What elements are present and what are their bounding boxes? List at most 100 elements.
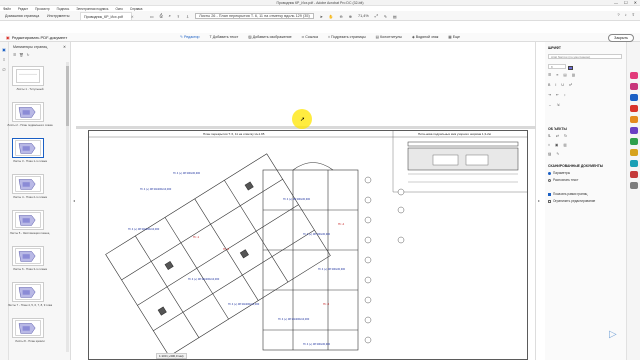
font-family-select[interactable]: Arial Narrow (по-умолчанию) [548,54,622,59]
tool-rail-icon[interactable] [630,72,638,79]
menu-sign[interactable]: Подпись [57,7,70,11]
menu-edit[interactable]: Редакт [18,7,28,11]
save-icon[interactable]: ▭ [150,14,154,19]
arrange-icon[interactable]: ▣ [555,143,558,147]
font-color-swatch[interactable] [568,66,573,70]
page-field[interactable]: Листы 26 - План перекрытия Т. 6, 11 на о… [195,13,314,19]
list-bullet-icon[interactable]: ☰ [548,73,551,77]
thumbnail-page[interactable] [12,174,44,194]
crop-object-icon[interactable]: ⌗ [548,143,550,147]
search-icon[interactable]: ⌕ [169,14,171,18]
tool-link[interactable]: ∞ Ссылка [302,35,318,39]
show-bounding-boxes[interactable]: Показать рамки границ [548,192,587,196]
menu-file[interactable]: Файл [3,7,11,11]
zoom-out-icon[interactable]: ⊖ [340,14,343,19]
align-left-icon[interactable]: ▤ [563,73,566,77]
line-spacing-icon[interactable]: ↕ [564,93,566,97]
thumb-rotate-icon[interactable]: ↻ [27,53,30,57]
scrollbar-thumb[interactable] [66,66,69,126]
collapse-left-icon[interactable]: ◂ [73,198,75,203]
menu-esign[interactable]: Электронная подпись [76,7,108,11]
attachment-icon[interactable]: ∅ [0,67,8,72]
checkbox-restrict[interactable] [548,199,551,203]
tool-rail-icon[interactable] [630,171,638,178]
tool-rail-icon[interactable] [630,105,638,112]
upload-icon[interactable]: ⇪ [177,14,180,19]
pages-icon[interactable]: ▣ [0,47,8,52]
font-size-select[interactable]: 8 [548,64,566,69]
print-icon[interactable]: ⎙ [160,14,163,18]
tool-more[interactable]: ▦ Еще [448,35,460,39]
flip-horizontal-icon[interactable]: ⇄ [556,134,559,138]
thumbnail-page[interactable] [12,138,44,158]
tool-edit[interactable]: ✎ Редактир [180,35,200,39]
scan-option-recognize[interactable]: Распознать текст [548,178,578,182]
replace-image-icon[interactable]: ▨ [548,152,551,156]
thumbnail-page[interactable] [12,318,44,338]
list-number-icon[interactable]: ≡ [556,73,558,77]
tool-rail-icon[interactable] [630,116,638,123]
outdent-icon[interactable]: ⇤ [556,93,559,97]
hand-icon[interactable]: ✋ [329,14,334,19]
superscript-icon[interactable]: x² [569,83,572,87]
tool-add-image[interactable]: ▨ Добавить изображение [248,35,291,39]
tool-rail-icon[interactable] [630,138,638,145]
tool-header-footer[interactable]: ▤ Колонтитулы [376,35,402,39]
minimize-button[interactable]: — [614,0,618,5]
bookmark-icon[interactable]: ⌑ [0,57,8,62]
document-canvas[interactable]: Пт 4 (+) 08 30х300х10,300 Пт 4 (+) 08 300… [76,42,536,360]
checkbox-bounding[interactable] [548,192,551,196]
menu-window[interactable]: Окно [115,7,122,11]
scan-option-settings[interactable]: Параметры [548,171,570,175]
tool-rail-icon[interactable] [630,94,638,101]
rotate-icon[interactable]: ↻ [564,134,567,138]
thumb-menu-icon[interactable]: ☰ [13,53,16,57]
edit-with-icon[interactable]: ✎ [556,152,559,156]
radio-settings[interactable] [548,171,551,175]
underline-icon[interactable]: U [561,83,564,87]
radio-recognize[interactable] [548,178,551,182]
tool-crop[interactable]: ⌗ Подрезать страницы [328,35,366,39]
close-panel-icon[interactable]: ✕ [63,45,66,49]
restrict-editing[interactable]: Ограничить редактирование [548,199,595,203]
char-spacing-icon[interactable]: ↔ [548,103,552,107]
fit-icon[interactable]: ⤢ [375,14,378,18]
close-window-button[interactable]: ✕ [634,0,637,5]
scale-icon[interactable]: ⇲ [557,103,560,107]
thumbnail-page[interactable] [12,210,44,230]
indent-icon[interactable]: ⇥ [548,93,551,97]
bold-icon[interactable]: B [548,83,550,87]
thumbnail-page[interactable] [12,66,44,86]
thumbnail-page[interactable] [12,102,44,122]
thumb-delete-icon[interactable]: 🗑 [19,53,23,57]
italic-icon[interactable]: I [555,83,556,87]
tab-home[interactable]: Домашняя страница [2,12,42,20]
tool-rail-icon[interactable] [630,182,638,189]
close-tab-icon[interactable]: ✕ [131,15,134,19]
tool-rail-icon[interactable] [630,83,638,90]
share-icon[interactable]: ⇪ [632,12,635,17]
thumbnail-page[interactable] [12,282,44,302]
align-center-icon[interactable]: ▥ [572,73,575,77]
thumbnail-page[interactable] [12,246,44,266]
tool-rail-icon[interactable] [630,149,638,156]
zoom-value[interactable]: 71,4% [358,14,369,18]
zoom-in-icon[interactable]: ⊕ [349,14,352,19]
bell-icon[interactable]: ♪ [625,12,627,17]
tab-document[interactable]: Проводник_КР_Исх.pdf ✕ [80,12,134,20]
close-edit-button[interactable]: Закрыть [608,34,634,42]
select-icon[interactable]: ➤ [320,14,323,19]
menu-view[interactable]: Просмотр [35,7,50,11]
play-icon[interactable]: ▷ [609,329,617,340]
collapse-right-icon[interactable]: ▸ [538,198,540,203]
tab-tools[interactable]: Инструменты [44,12,72,20]
help-icon[interactable]: ? [617,12,619,17]
tool-rail-icon[interactable] [630,160,638,167]
highlight-icon[interactable]: ▤ [393,14,397,19]
download-icon[interactable]: ⇩ [186,14,189,19]
tool-rail-icon[interactable] [630,127,638,134]
menu-help[interactable]: Справка [130,7,143,11]
thumbnail-scrollbar[interactable] [66,62,69,352]
maximize-button[interactable]: ☐ [624,0,628,5]
comment-icon[interactable]: ✎ [384,14,387,19]
